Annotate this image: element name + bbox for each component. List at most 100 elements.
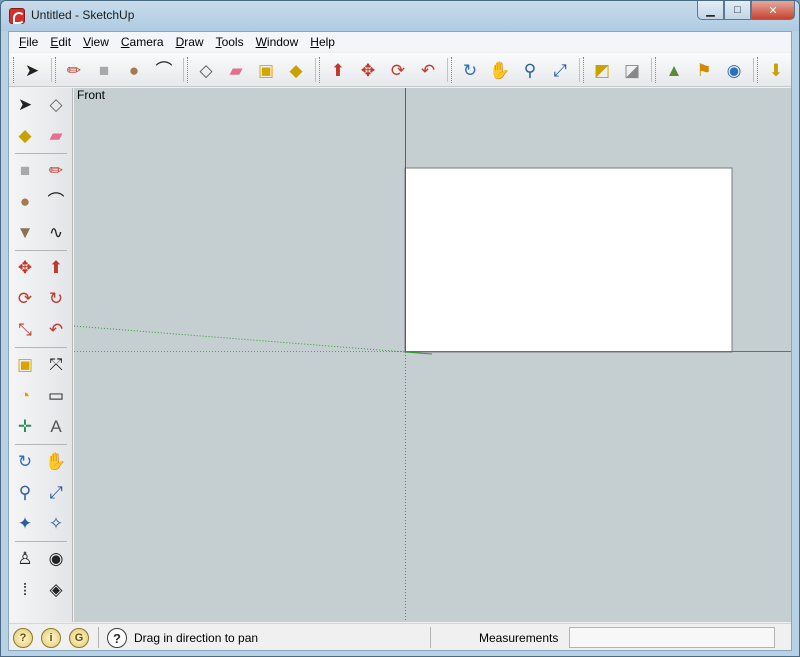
model-canvas[interactable]: [74, 88, 791, 622]
menu-label: indow: [266, 35, 299, 49]
freehand-icon[interactable]: ∿: [42, 218, 70, 246]
make-component-icon[interactable]: ◇: [42, 90, 70, 118]
text-icon[interactable]: ▭: [42, 381, 70, 409]
toolbar-grip[interactable]: [13, 57, 16, 83]
zoom-extents-icon[interactable]: ✦: [11, 509, 39, 537]
toggle-terrain-icon[interactable]: ⚑: [691, 58, 717, 82]
select-icon[interactable]: ➤: [19, 58, 45, 82]
position-camera-icon[interactable]: ♙: [11, 544, 39, 572]
select-icon[interactable]: ➤: [11, 90, 39, 118]
credits-icon[interactable]: i: [41, 628, 61, 648]
toolbar-grip[interactable]: [187, 57, 190, 83]
menu-label: iew: [90, 35, 109, 49]
scale-icon[interactable]: ⤡: [11, 315, 39, 343]
rotate-icon[interactable]: ⟳: [11, 284, 39, 312]
arc-icon[interactable]: ⌒: [151, 58, 177, 82]
app-window: Untitled - SketchUp ▁ □ ✕ File Edit View Ca…: [0, 0, 800, 657]
menu-label: dit: [58, 35, 72, 49]
pan-icon[interactable]: ✋: [42, 447, 70, 475]
previous-view-icon[interactable]: ◩: [589, 58, 615, 82]
make-component-icon[interactable]: ◇: [193, 58, 219, 82]
protractor-icon[interactable]: ◔: [11, 381, 39, 409]
next-view-icon[interactable]: ◪: [619, 58, 645, 82]
arc-icon[interactable]: ⌒: [42, 187, 70, 215]
offset-icon[interactable]: ↶: [42, 315, 70, 343]
menu-edit[interactable]: Edit: [44, 35, 77, 49]
window-title: Untitled - SketchUp: [31, 8, 135, 22]
toolbar-separator: [447, 58, 448, 82]
line-icon[interactable]: ✏: [42, 156, 70, 184]
toolbar-grip[interactable]: [55, 57, 58, 83]
maximize-button[interactable]: □: [724, 1, 751, 20]
tape-measure-icon[interactable]: ▣: [253, 58, 279, 82]
section-plane-icon[interactable]: ◈: [42, 575, 70, 603]
menu-draw[interactable]: Draw: [170, 35, 210, 49]
pencil-icon[interactable]: ✏: [61, 58, 87, 82]
look-around-icon[interactable]: ◉: [42, 544, 70, 572]
close-button[interactable]: ✕: [751, 1, 795, 20]
rotate-icon[interactable]: ⟳: [385, 58, 411, 82]
menu-window[interactable]: Window: [250, 35, 305, 49]
toolbar-grip[interactable]: [319, 57, 322, 83]
geo-location-icon[interactable]: ?: [13, 628, 33, 648]
menu-label: ile: [26, 35, 39, 49]
orbit-icon[interactable]: ↻: [457, 58, 483, 82]
axes-icon[interactable]: ✛: [11, 412, 39, 440]
tape-measure-icon[interactable]: ▣: [11, 350, 39, 378]
circle-icon[interactable]: ●: [121, 58, 147, 82]
get-models-icon[interactable]: ⬇: [763, 58, 789, 82]
rectangle-icon[interactable]: ■: [11, 156, 39, 184]
rectangle-icon[interactable]: ■: [91, 58, 117, 82]
toolbar-grip[interactable]: [451, 57, 454, 83]
toolbar-grip[interactable]: [583, 57, 586, 83]
measurements-input[interactable]: [569, 627, 775, 648]
pan-icon[interactable]: ✋: [487, 58, 513, 82]
orbit-icon[interactable]: ↻: [11, 447, 39, 475]
move-icon[interactable]: ✥: [11, 253, 39, 281]
polygon-icon[interactable]: ▼: [11, 218, 39, 246]
menu-tools[interactable]: Tools: [210, 35, 250, 49]
menu-view[interactable]: View: [77, 35, 115, 49]
zoom-icon[interactable]: ⚲: [517, 58, 543, 82]
title-bar[interactable]: Untitled - SketchUp ▁ □ ✕: [1, 1, 799, 31]
menu-accelerator: H: [310, 35, 319, 49]
toolbar-grip[interactable]: [757, 57, 760, 83]
sketchup-logo-icon[interactable]: [9, 8, 25, 24]
share-model-icon[interactable]: ⬆: [793, 58, 800, 82]
instructor-help-icon[interactable]: ?: [107, 628, 127, 648]
google-earth-icon[interactable]: ◉: [721, 58, 747, 82]
push-pull-icon[interactable]: ⬆: [325, 58, 351, 82]
zoom-extents-icon[interactable]: ⤢: [547, 58, 573, 82]
toolbar-separator: [753, 58, 754, 82]
toolbar-separator: [15, 347, 67, 348]
minimize-button[interactable]: ▁: [697, 1, 724, 20]
offset-icon[interactable]: ↶: [415, 58, 441, 82]
follow-me-icon[interactable]: ↻: [42, 284, 70, 312]
menu-camera[interactable]: Camera: [115, 35, 170, 49]
window-controls: ▁ □ ✕: [697, 1, 795, 20]
user-icon[interactable]: G: [69, 628, 89, 648]
paint-bucket-icon[interactable]: ◆: [11, 121, 39, 149]
toolbar-separator: [15, 541, 67, 542]
circle-icon[interactable]: ●: [11, 187, 39, 215]
menu-help[interactable]: Help: [304, 35, 341, 49]
move-icon[interactable]: ✥: [355, 58, 381, 82]
toolbar-separator: [651, 58, 652, 82]
drawing-viewport[interactable]: Front: [74, 88, 791, 622]
toolbar-grip[interactable]: [655, 57, 658, 83]
menu-file[interactable]: File: [13, 35, 44, 49]
zoom-window-icon[interactable]: ⤢: [42, 478, 70, 506]
3d-text-icon[interactable]: A: [42, 412, 70, 440]
walk-icon[interactable]: ⁞: [11, 575, 39, 603]
previous-icon[interactable]: ✧: [42, 509, 70, 537]
paint-bucket-icon[interactable]: ◆: [283, 58, 309, 82]
toolbar-separator: [183, 58, 184, 82]
dimension-icon[interactable]: ⤧: [42, 350, 70, 378]
eraser-icon[interactable]: ▰: [223, 58, 249, 82]
model-face[interactable]: [404, 167, 733, 353]
zoom-icon[interactable]: ⚲: [11, 478, 39, 506]
eraser-icon[interactable]: ▰: [42, 121, 70, 149]
menu-bar: File Edit View Camera Draw Tools Window Help: [9, 32, 791, 52]
push-pull-icon[interactable]: ⬆: [42, 253, 70, 281]
add-location-icon[interactable]: ▲: [661, 58, 687, 82]
